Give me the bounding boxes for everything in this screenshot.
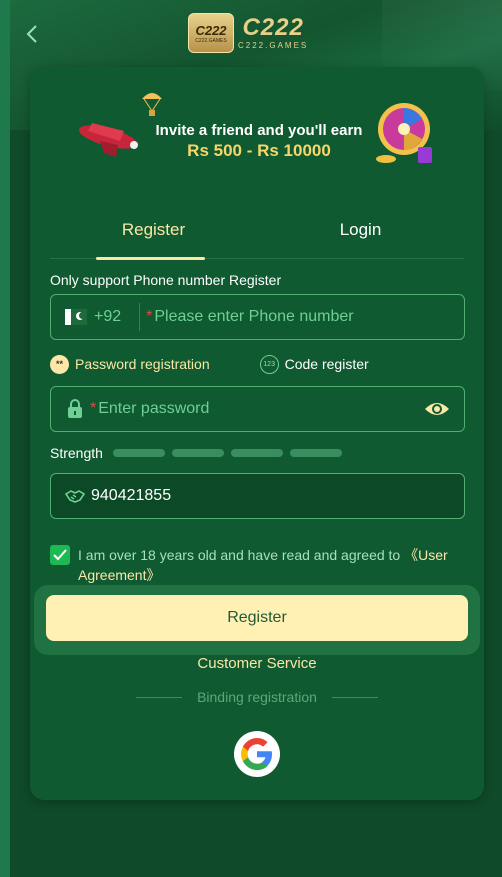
code-number-icon: 123	[259, 354, 279, 374]
register-button[interactable]: Register	[46, 595, 468, 641]
invite-banner[interactable]: Invite a friend and you'll earn Rs 500 -…	[70, 93, 440, 173]
auth-tabs: Register Login	[50, 217, 464, 260]
register-button-wrapper: Register	[34, 585, 480, 655]
register-card: Invite a friend and you'll earn Rs 500 -…	[30, 67, 484, 800]
binding-registration-divider: Binding registration	[136, 689, 378, 705]
invite-code-input-group[interactable]: 940421855	[50, 473, 465, 519]
strength-bar	[171, 449, 224, 457]
logo-wordmark: C222 C222.GAMES	[238, 14, 309, 51]
password-registration-label: Password registration	[75, 356, 210, 372]
required-mark: *	[146, 308, 153, 325]
binding-registration-label: Binding registration	[197, 689, 317, 705]
code-register-label: Code register	[284, 356, 369, 372]
pakistan-flag-icon	[65, 309, 87, 325]
strength-bar	[112, 449, 165, 457]
phone-input[interactable]: Please enter Phone number	[154, 308, 353, 326]
airplane-icon	[78, 123, 138, 157]
code-register-option[interactable]: 123 Code register	[259, 354, 369, 374]
left-edge-strip	[0, 0, 10, 877]
password-registration-option[interactable]: ** Password registration	[50, 354, 210, 374]
tab-login[interactable]: Login	[257, 217, 464, 258]
back-arrow-icon	[26, 25, 37, 43]
lock-icon	[68, 399, 82, 418]
logo-badge: C222 C222.GAMES	[188, 13, 234, 53]
parachute-icon	[142, 93, 162, 116]
password-input-group[interactable]: * Enter password	[50, 386, 465, 432]
google-icon	[241, 738, 272, 770]
password-strength: Strength	[50, 445, 342, 461]
divider-line	[331, 696, 378, 698]
customer-service-link[interactable]: Customer Service	[30, 655, 484, 672]
country-code-select[interactable]: +92	[94, 308, 121, 326]
divider-line	[136, 696, 182, 698]
google-signin-button[interactable]	[234, 731, 280, 777]
banner-text: Invite a friend and you'll earn Rs 500 -…	[155, 122, 363, 160]
eye-icon[interactable]	[424, 399, 450, 419]
agreement-checkbox[interactable]	[50, 545, 70, 565]
registration-type-selector: ** Password registration 123 Code regist…	[50, 352, 470, 376]
phone-section-label: Only support Phone number Register	[50, 272, 282, 288]
app-logo: C222 C222.GAMES C222 C222.GAMES	[188, 12, 328, 54]
prize-wheel-icon	[376, 103, 432, 163]
back-button[interactable]	[22, 22, 42, 46]
agreement-row: I am over 18 years old and have read and…	[50, 545, 470, 585]
invite-code-input[interactable]: 940421855	[91, 487, 171, 505]
required-mark: *	[90, 400, 97, 417]
handshake-icon	[65, 490, 85, 503]
strength-bars	[112, 449, 342, 457]
strength-label: Strength	[50, 445, 103, 461]
check-icon	[53, 549, 67, 561]
tab-register[interactable]: Register	[50, 217, 257, 260]
agreement-text: I am over 18 years old and have read and…	[78, 547, 448, 583]
password-dots-icon: **	[50, 354, 69, 374]
phone-input-group[interactable]: +92 * Please enter Phone number	[50, 294, 465, 340]
phone-divider	[139, 303, 141, 331]
strength-bar	[289, 449, 342, 457]
password-input[interactable]: Enter password	[98, 400, 209, 418]
strength-bar	[230, 449, 283, 457]
